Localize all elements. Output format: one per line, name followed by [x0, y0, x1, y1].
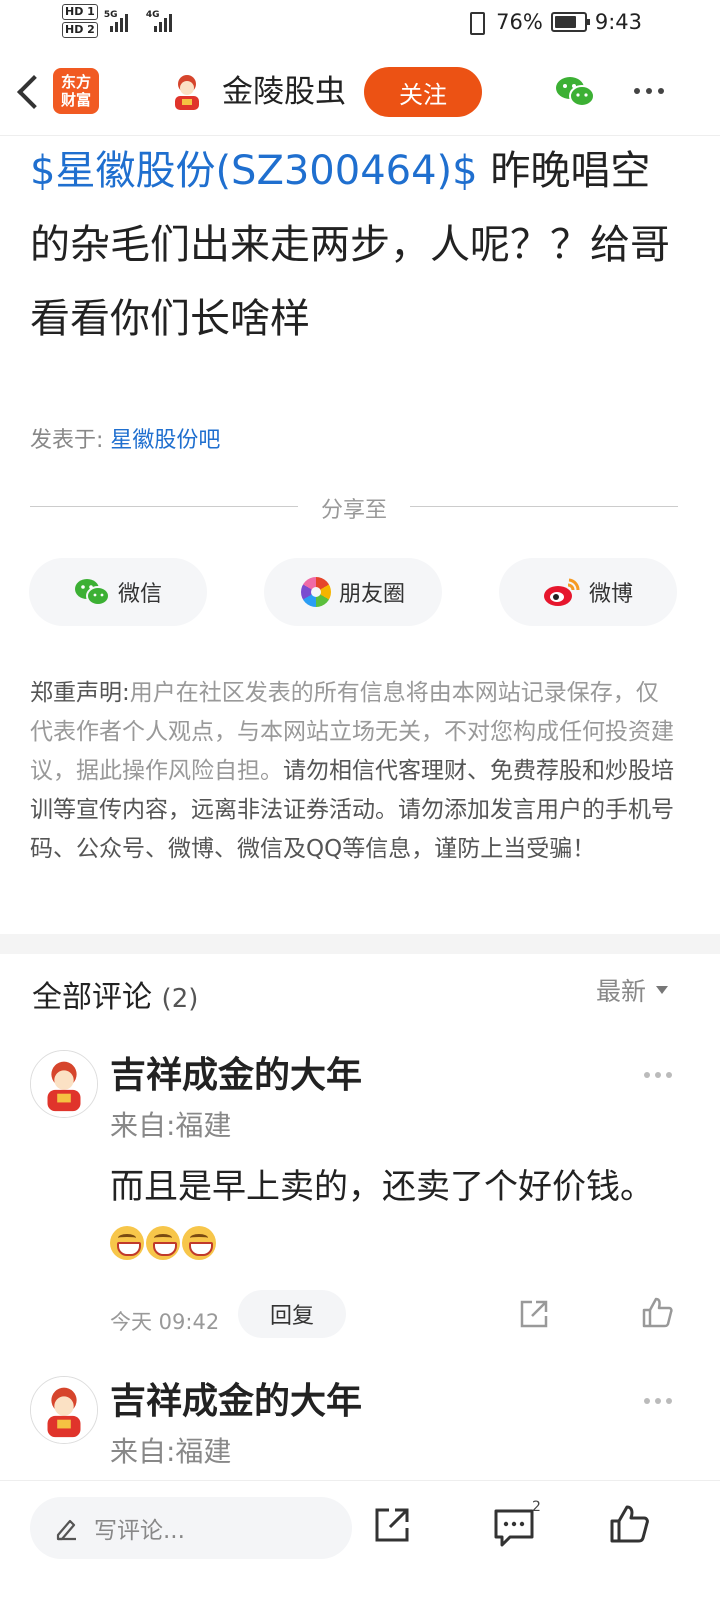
comment-text-content: 而且是早上卖的，还卖了个好价钱。: [110, 1167, 654, 1207]
write-comment-placeholder: 写评论...: [94, 1518, 185, 1544]
share-wechat-button[interactable]: 微信: [29, 558, 207, 626]
comment-count-badge: 2: [532, 1499, 541, 1515]
post-content: $星徽股份(SZ300464)$ 昨晚唱空的杂毛们出来走两步，人呢？？给哥看看你…: [30, 134, 690, 356]
author-avatar[interactable]: [168, 72, 206, 112]
vibrate-icon: [464, 11, 488, 35]
share-label: 分享至: [320, 498, 387, 523]
comments-title-text: 全部评论: [32, 980, 152, 1015]
reply-button[interactable]: 回复: [238, 1290, 346, 1338]
commenter-location: 来自:福建: [110, 1435, 232, 1468]
battery-icon: [550, 12, 590, 32]
author-name[interactable]: 金陵股虫: [222, 72, 346, 112]
comment-item: 吉祥成金的大年 来自:福建: [0, 1376, 720, 1480]
share-weibo-button[interactable]: 微博: [499, 558, 677, 626]
comment-more-icon[interactable]: [644, 1398, 672, 1404]
comment-icon[interactable]: [492, 1505, 536, 1549]
weibo-icon: [543, 578, 580, 606]
stock-link[interactable]: $星徽股份(SZ300464)$: [30, 148, 478, 194]
comments-title: 全部评论 (2): [32, 972, 198, 1016]
pencil-icon: [56, 1519, 76, 1541]
commenter-location: 来自:福建: [110, 1109, 232, 1142]
comment-time: 今天 09:42: [110, 1310, 220, 1334]
comments-count: (2): [161, 984, 199, 1014]
disclaimer: 郑重声明:用户在社区发表的所有信息将由本网站记录保存，仅代表作者个人观点，与本网…: [30, 674, 680, 869]
logo-text-2: 财富: [60, 91, 91, 109]
sort-label: 最新: [596, 977, 647, 1006]
battery-fill: [554, 16, 577, 28]
commenter-name[interactable]: 吉祥成金的大年: [110, 1052, 362, 1100]
signal-5g-icon: 5G: [104, 10, 130, 32]
section-divider: [0, 934, 720, 954]
comment-more-icon[interactable]: [644, 1072, 672, 1078]
share-weibo-label: 微博: [588, 582, 633, 607]
signal-area: HD 1 HD 2 5G 4G: [62, 4, 176, 38]
share-icon[interactable]: [372, 1505, 412, 1545]
commenter-name[interactable]: 吉祥成金的大年: [110, 1378, 362, 1426]
hd2-badge: HD 2: [62, 22, 98, 38]
like-icon[interactable]: [640, 1296, 674, 1330]
hd1-badge: HD 1: [62, 4, 98, 20]
sort-dropdown[interactable]: 最新: [596, 972, 669, 1008]
posted-in-bar-link[interactable]: 星徽股份吧: [110, 428, 220, 453]
wechat-icon: [74, 579, 110, 606]
posted-in-label: 发表于:: [30, 428, 104, 453]
bottom-action-bar: 写评论... 2: [0, 1480, 720, 1600]
share-wechat-label: 微信: [117, 582, 162, 607]
follow-button[interactable]: 关注: [364, 67, 482, 117]
commenter-avatar[interactable]: [30, 1050, 98, 1118]
disclaimer-title: 郑重声明:: [30, 680, 130, 706]
commenter-avatar[interactable]: [30, 1376, 98, 1444]
grin-emoji-icon: [110, 1226, 144, 1260]
back-icon[interactable]: [14, 70, 44, 114]
moments-icon: [300, 577, 331, 607]
write-comment-input[interactable]: 写评论...: [30, 1497, 352, 1559]
grin-emoji-icon: [182, 1226, 216, 1260]
battery-percent: 76%: [496, 10, 543, 34]
comment-text: 而且是早上卖的，还卖了个好价钱。: [110, 1158, 670, 1274]
caret-down-icon: [656, 986, 669, 994]
share-moments-button[interactable]: 朋友圈: [264, 558, 442, 626]
logo-text-1: 东方: [60, 73, 91, 91]
share-icon[interactable]: [518, 1298, 550, 1330]
posted-in: 发表于: 星徽股份吧: [30, 422, 220, 454]
wechat-share-icon[interactable]: [554, 74, 596, 110]
grin-emoji-icon: [146, 1226, 180, 1260]
more-menu-icon[interactable]: [634, 88, 664, 94]
share-moments-label: 朋友圈: [338, 582, 405, 607]
eastmoney-logo[interactable]: 东方 财富: [53, 68, 99, 114]
share-divider: 分享至: [30, 490, 678, 523]
comment-item: 吉祥成金的大年 来自:福建 而且是早上卖的，还卖了个好价钱。 今天 09:42 …: [0, 1050, 720, 1350]
signal-4g-icon: 4G: [146, 10, 176, 32]
clock: 9:43: [594, 10, 642, 34]
like-icon[interactable]: [608, 1503, 650, 1545]
post-header: 东方 财富 金陵股虫 关注: [0, 48, 720, 136]
status-bar: HD 1 HD 2 5G 4G 76% 9:43: [0, 0, 720, 48]
